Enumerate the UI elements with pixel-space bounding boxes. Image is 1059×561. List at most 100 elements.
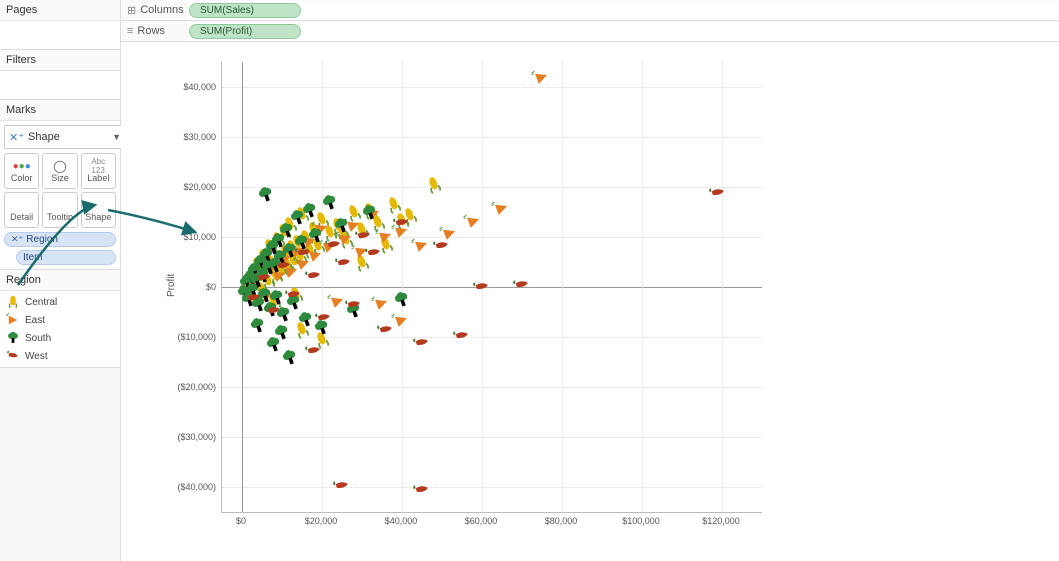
mark-central [326,214,349,237]
detail-pill-item[interactable]: Item [16,250,116,265]
columns-pill[interactable]: SUM(Sales) [189,3,301,18]
y-tick: $10,000 [166,232,216,242]
pages-shelf[interactable] [0,21,120,49]
mark-central [234,280,257,303]
filters-title: Filters [0,50,120,71]
mark-central [246,253,269,276]
mark-south [243,259,266,282]
mark-south [250,251,273,274]
mark-east [250,261,273,284]
mark-south [262,236,285,259]
mark-east [350,239,373,262]
mark-west [410,478,433,501]
mark-south [330,214,353,237]
mark-south [263,254,286,277]
mark-central [262,290,285,313]
mark-central [256,269,279,292]
y-tick: $20,000 [166,182,216,192]
y-tick: $0 [166,282,216,292]
rows-pill[interactable]: SUM(Profit) [189,24,301,39]
x-tick: $20,000 [305,516,338,544]
mark-central [334,228,357,251]
mark-west [352,224,375,247]
main-view: ⊞Columns SUM(Sales) ≡Rows SUM(Profit) Pr… [121,0,1059,561]
pages-title: Pages [0,0,120,21]
mark-south [246,269,269,292]
mark-south [242,279,265,302]
marks-title: Marks [0,100,120,121]
mark-south [255,244,278,267]
mark-central [330,219,353,242]
filters-panel: Filters [0,50,120,100]
viz-area[interactable]: Profit ($40,000)($30,000)($20,000)($10,0… [121,42,1059,561]
mark-south [258,256,281,279]
mark-south [278,346,301,369]
mark-central [272,220,295,243]
marks-panel: Marks ✕⁺ Shape ▼ ●●●Color◯SizeAbc123Labe… [0,100,120,270]
mark-central [242,260,265,283]
mark-south [358,201,381,224]
x-tick: $40,000 [385,516,418,544]
broccoli-icon [6,331,20,345]
mark-central [282,249,305,272]
mark-east [304,243,327,266]
mark-west [242,286,265,309]
legend-item-central[interactable]: Central [2,293,118,311]
mark-south [270,246,293,269]
mark-central [286,231,309,254]
mark-east [326,289,349,312]
columns-icon: ⊞ [127,4,136,17]
mark-west [292,241,315,264]
mark-central [268,246,291,269]
mark-btn-tooltip[interactable]: Tooltip [42,192,77,228]
tableau-worksheet: Pages Filters Marks ✕⁺ Shape ▼ ●●●Color◯… [0,0,1059,561]
mark-btn-shape[interactable]: Shape [81,192,116,228]
mark-central [250,278,273,301]
legend-item-east[interactable]: East [2,311,118,329]
mark-south [275,219,298,242]
mark-central [274,241,297,264]
y-tick: ($10,000) [166,332,216,342]
mark-west [450,324,473,347]
mark-east [374,224,397,247]
filters-shelf[interactable] [0,71,120,99]
x-tick: $120,000 [702,516,740,544]
mark-south [270,321,293,344]
mark-south [259,298,282,321]
mark-central [350,251,373,274]
mark-btn-size[interactable]: ◯Size [42,153,77,189]
mark-central [266,228,289,251]
mark-west [706,181,729,204]
y-tick: ($20,000) [166,382,216,392]
legend-item-south[interactable]: South [2,329,118,347]
y-tick: $40,000 [166,82,216,92]
mark-east [244,269,267,292]
mark-east [438,221,461,244]
rows-shelf[interactable]: ≡Rows SUM(Profit) [121,21,1059,42]
mark-west [312,306,335,329]
mark-south [298,199,321,222]
mark-south [266,286,289,309]
mark-btn-label[interactable]: Abc123Label [81,153,116,189]
mark-west [330,474,353,497]
mark-east [530,65,553,88]
mark-west [510,273,533,296]
shape-pill-region[interactable]: ✕⁺ Region [4,232,116,247]
legend-title: Region [0,270,120,291]
mark-central [422,173,445,196]
columns-shelf[interactable]: ⊞Columns SUM(Sales) [121,0,1059,21]
mark-type-dropdown[interactable]: ✕⁺ Shape ▼ [4,125,126,149]
mark-btn-color[interactable]: ●●●Color [4,153,39,189]
mark-central [366,211,389,234]
mark-central [342,201,365,224]
mark-central [298,238,321,261]
chevron-down-icon: ▼ [112,132,121,142]
mark-central [294,226,317,249]
plot-area [221,62,762,513]
mark-btn-detail[interactable]: Detail [4,192,39,228]
x-tick: $100,000 [622,516,660,544]
mark-west [262,299,285,322]
mark-central [248,265,271,288]
carrot-icon [6,313,20,327]
legend-item-west[interactable]: West [2,347,118,365]
